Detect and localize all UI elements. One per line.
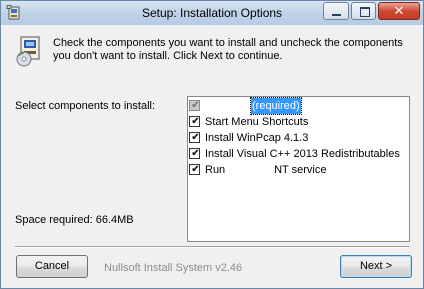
component-checkbox[interactable]: ✔ — [189, 116, 200, 127]
minimize-icon — [332, 14, 341, 16]
maximize-button[interactable] — [351, 2, 376, 20]
maximize-icon — [360, 7, 370, 17]
check-icon: ✔ — [191, 148, 200, 159]
space-required-text: Space required: 66.4MB — [15, 214, 134, 226]
select-components-label: Select components to install: — [15, 100, 156, 112]
footer-divider — [15, 246, 409, 248]
setup-window: Setup: Installation Options ✕ Check the … — [0, 0, 424, 289]
component-checkbox[interactable]: ✔ — [189, 132, 200, 143]
component-label: Run NT service — [205, 164, 327, 176]
component-label: Start Menu Shortcuts — [205, 116, 309, 128]
minimize-button[interactable] — [323, 2, 349, 20]
check-icon: ✔ — [191, 164, 200, 175]
component-label: Install Visual C++ 2013 Redistributables — [205, 148, 400, 160]
component-checkbox[interactable]: ✔ — [189, 164, 200, 175]
close-icon: ✕ — [393, 3, 405, 18]
component-label: (required) — [250, 97, 302, 115]
component-checkbox[interactable]: ✔ — [189, 148, 200, 159]
next-button[interactable]: Next > — [340, 255, 412, 278]
component-checkbox: ✔ — [189, 100, 200, 111]
check-icon: ✔ — [191, 116, 200, 127]
nsis-version-text: Nullsoft Install System v2.46 — [104, 262, 243, 274]
check-icon: ✔ — [191, 100, 200, 111]
instructions-text: Check the components you want to install… — [53, 37, 403, 62]
title-bar[interactable]: Setup: Installation Options ✕ — [1, 1, 423, 25]
component-label: Install WinPcap 4.1.3 — [205, 132, 309, 144]
install-disk-icon — [16, 36, 40, 67]
components-list[interactable]: ✔ (required) ✔ Start Menu Shortcuts ✔ In… — [187, 96, 410, 242]
close-button[interactable]: ✕ — [378, 2, 420, 20]
check-icon: ✔ — [191, 132, 200, 143]
cancel-button[interactable]: Cancel — [16, 255, 88, 278]
